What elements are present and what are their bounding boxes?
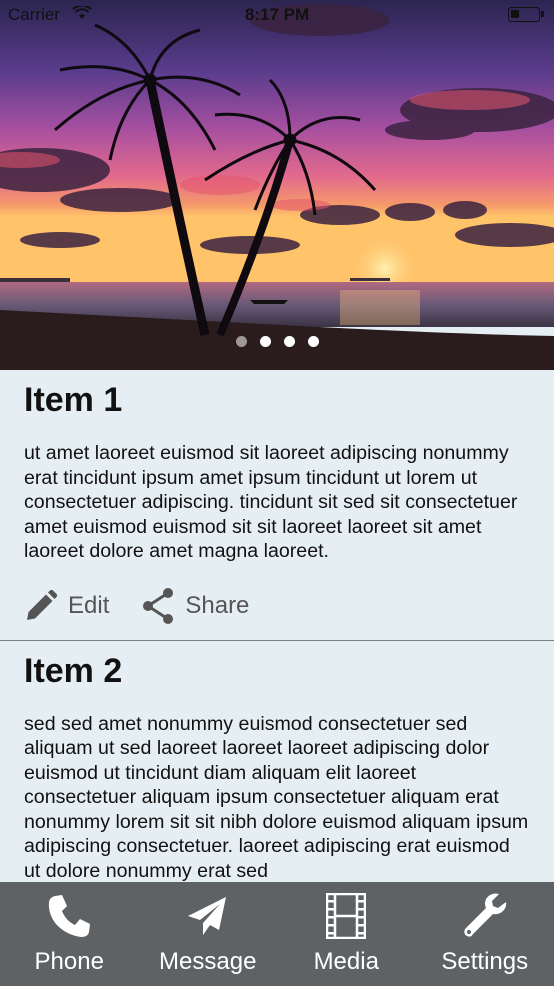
item-title: Item 2 [24, 651, 123, 690]
tab-media[interactable]: Media [277, 882, 416, 986]
page-dot[interactable] [259, 336, 271, 347]
tab-label: Phone [34, 948, 104, 975]
battery-icon [508, 7, 544, 22]
tab-bar: Phone Message Media Settings [0, 882, 554, 986]
paper-plane-icon [186, 892, 230, 940]
share-button[interactable]: Share [141, 587, 249, 625]
share-label: Share [185, 591, 250, 619]
status-time: 8:17 PM [244, 5, 310, 24]
status-bar: Carrier 8:17 PM [0, 0, 554, 30]
tab-settings[interactable]: Settings [416, 882, 554, 986]
item-list[interactable]: Item 1 ut amet laoreet euismod sit laore… [0, 370, 554, 882]
tab-label: Settings [441, 948, 529, 975]
page-dot[interactable] [235, 336, 247, 347]
tab-phone[interactable]: Phone [0, 882, 139, 986]
carousel-page-indicator[interactable] [0, 336, 554, 347]
item-actions: Edit Share [24, 586, 530, 626]
tab-message[interactable]: Message [139, 882, 278, 986]
list-item: Item 2 sed sed amet nonummy euismod cons… [0, 641, 554, 883]
item-body: ut amet laoreet euismod sit laoreet adip… [24, 442, 518, 562]
wrench-icon [462, 892, 508, 940]
share-icon [143, 587, 174, 624]
item-title: Item 1 [24, 381, 123, 419]
edit-button[interactable]: Edit [24, 589, 109, 623]
page-dot[interactable] [307, 336, 319, 347]
list-item: Item 1 ut amet laoreet euismod sit laore… [0, 370, 554, 626]
page-dot[interactable] [283, 336, 295, 347]
item-body: sed sed amet nonummy euismod consectetue… [24, 712, 529, 882]
edit-label: Edit [68, 591, 110, 619]
tab-label: Media [313, 948, 379, 975]
phone-icon [46, 892, 92, 940]
hero-carousel[interactable]: Carrier 8:17 PM [0, 0, 554, 370]
sunset-beach-image [0, 0, 554, 370]
pencil-icon [27, 589, 58, 620]
film-icon [326, 892, 367, 940]
tab-label: Message [159, 948, 257, 975]
